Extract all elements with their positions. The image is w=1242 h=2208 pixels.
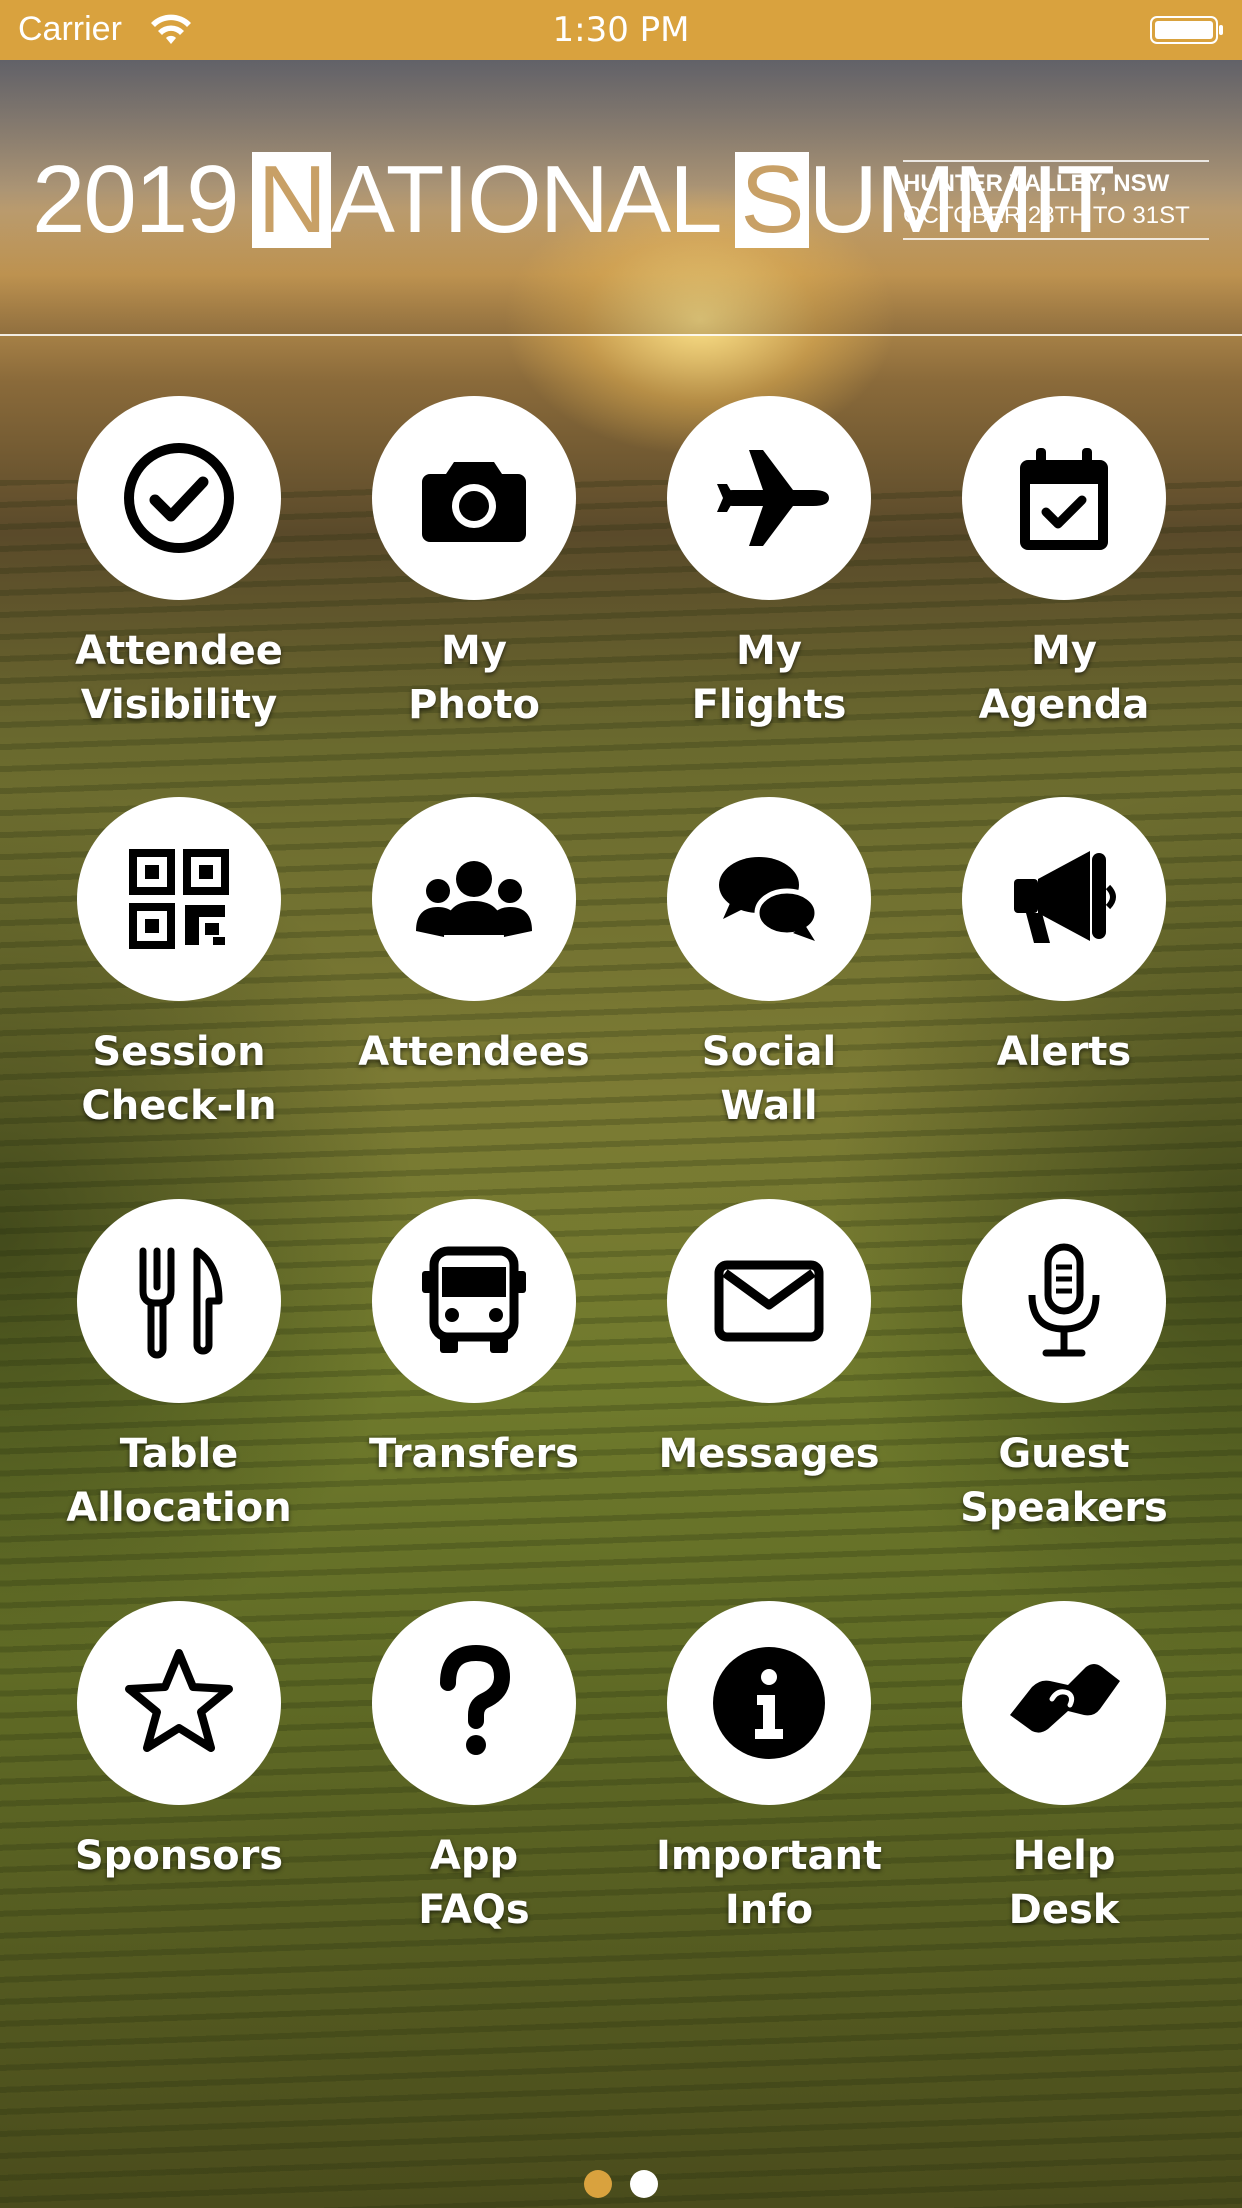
tile-my-agenda[interactable]: My Agenda <box>915 396 1175 736</box>
tile-circle[interactable] <box>77 797 281 1001</box>
tile-label-line1: Guest <box>998 1431 1130 1477</box>
tile-label: Attendees <box>325 1025 623 1079</box>
tile-circle[interactable] <box>667 1199 871 1403</box>
tile-label: Important Info <box>620 1829 918 1937</box>
envelope-icon <box>714 1260 824 1342</box>
tile-social-wall[interactable]: Social Wall <box>620 797 880 1137</box>
tile-app-faqs[interactable]: App FAQs <box>325 1601 585 1941</box>
tile-label-line2: Allocation <box>66 1485 292 1531</box>
tile-circle[interactable] <box>667 797 871 1001</box>
tile-sponsors[interactable]: Sponsors <box>30 1601 290 1941</box>
camera-icon <box>422 462 526 542</box>
microphone-icon <box>1028 1243 1100 1357</box>
tile-label-line1: Social <box>701 1029 837 1075</box>
tile-circle[interactable] <box>962 797 1166 1001</box>
tile-circle[interactable] <box>77 396 281 600</box>
tile-circle[interactable] <box>667 396 871 600</box>
tile-label-line1: Table <box>119 1431 239 1477</box>
tile-label: Sponsors <box>30 1829 328 1883</box>
page-dot-1[interactable] <box>584 2170 612 2198</box>
tile-label-line1: My <box>1031 628 1097 674</box>
tile-my-flights[interactable]: My Flights <box>620 396 880 736</box>
tile-my-photo[interactable]: My Photo <box>325 396 585 736</box>
plane-icon <box>717 450 829 546</box>
star-icon <box>125 1649 233 1752</box>
tile-table-allocation[interactable]: Table Allocation <box>30 1199 292 1539</box>
check-circle-icon <box>124 443 234 553</box>
tile-label-line2: Info <box>724 1887 814 1933</box>
tile-circle[interactable] <box>77 1199 281 1403</box>
tile-session-check-in[interactable]: Session Check-In <box>30 797 290 1137</box>
question-icon <box>440 1644 511 1755</box>
tile-label-line1: Sponsors <box>74 1833 284 1879</box>
tile-label-line1: App <box>429 1833 519 1879</box>
tile-label: My Flights <box>620 624 918 732</box>
tile-label: Alerts <box>915 1025 1213 1079</box>
qr-code-icon <box>129 849 229 949</box>
tile-circle[interactable] <box>372 797 576 1001</box>
info-icon <box>713 1647 825 1759</box>
tile-label: Guest Speakers <box>915 1427 1213 1535</box>
bus-icon <box>422 1246 526 1353</box>
tile-label-line1: My <box>441 628 507 674</box>
tile-label-line2: Flights <box>691 682 847 728</box>
page-indicator[interactable] <box>0 2170 1242 2198</box>
menu-grid: Attendee Visibility My Photo My Flights <box>0 0 1242 2208</box>
tile-circle[interactable] <box>372 1199 576 1403</box>
tile-label: My Agenda <box>915 624 1213 732</box>
tile-label-line1: Attendees <box>358 1029 590 1075</box>
tile-label-line1: Transfers <box>369 1431 579 1477</box>
tile-circle[interactable] <box>962 1199 1166 1403</box>
tile-alerts[interactable]: Alerts <box>915 797 1175 1137</box>
tile-help-desk[interactable]: Help Desk <box>915 1601 1175 1941</box>
tile-circle[interactable] <box>962 1601 1166 1805</box>
utensils-icon <box>139 1247 223 1359</box>
tile-label: Help Desk <box>915 1829 1213 1937</box>
handshake-icon <box>1010 1664 1120 1733</box>
tile-label-line2: Visibility <box>80 682 278 728</box>
tile-label: Attendee Visibility <box>30 624 328 732</box>
page-dot-2[interactable] <box>630 2170 658 2198</box>
tile-label-line1: Messages <box>658 1431 880 1477</box>
tile-circle[interactable] <box>372 396 576 600</box>
tile-label-line2: Photo <box>408 682 540 728</box>
tile-circle[interactable] <box>372 1601 576 1805</box>
tile-label-line1: Important <box>655 1833 883 1879</box>
tile-label-line1: Alerts <box>996 1029 1132 1075</box>
megaphone-icon <box>1014 851 1116 943</box>
tile-label: Transfers <box>325 1427 623 1481</box>
tile-label-line2: Speakers <box>960 1485 1168 1531</box>
tile-important-info[interactable]: Important Info <box>620 1601 882 1941</box>
tile-label: Social Wall <box>620 1025 918 1133</box>
tile-label-line1: Session <box>92 1029 266 1075</box>
tile-label-line2: Check-In <box>81 1083 277 1129</box>
tile-circle[interactable] <box>77 1601 281 1805</box>
tile-transfers[interactable]: Transfers <box>325 1199 585 1539</box>
tile-messages[interactable]: Messages <box>620 1199 880 1539</box>
tile-label: Table Allocation <box>30 1427 328 1535</box>
tile-attendees[interactable]: Attendees <box>325 797 590 1137</box>
tile-circle[interactable] <box>667 1601 871 1805</box>
tile-label: My Photo <box>325 624 623 732</box>
tile-label-line2: Desk <box>1008 1887 1120 1933</box>
tile-label-line2: FAQs <box>418 1887 530 1933</box>
tile-guest-speakers[interactable]: Guest Speakers <box>915 1199 1175 1539</box>
tile-label: Session Check-In <box>30 1025 328 1133</box>
tile-label-line1: My <box>736 628 802 674</box>
tile-label-line1: Attendee <box>75 628 283 674</box>
chat-bubbles-icon <box>719 857 820 941</box>
users-icon <box>416 861 532 937</box>
tile-label: App FAQs <box>325 1829 623 1937</box>
tile-label-line2: Agenda <box>978 682 1150 728</box>
tile-label-line1: Help <box>1012 1833 1116 1879</box>
tile-label-line2: Wall <box>720 1083 818 1129</box>
calendar-check-icon <box>1020 448 1108 550</box>
tile-circle[interactable] <box>962 396 1166 600</box>
tile-attendee-visibility[interactable]: Attendee Visibility <box>30 396 290 736</box>
tile-label: Messages <box>620 1427 918 1481</box>
